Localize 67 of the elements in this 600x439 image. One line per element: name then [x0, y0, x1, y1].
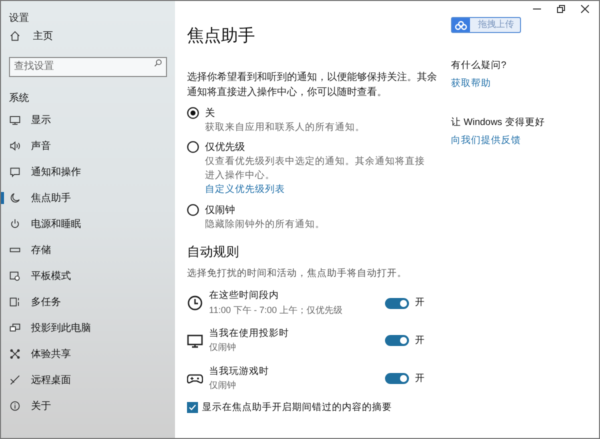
clock-icon — [187, 295, 203, 312]
minimize-icon[interactable] — [533, 8, 541, 10]
window-title: 设置 — [9, 13, 29, 24]
help-link[interactable]: 获取帮助 — [451, 77, 599, 92]
toggle-switch[interactable] — [385, 335, 409, 346]
toggle-switch[interactable] — [385, 298, 409, 309]
tablet-icon — [9, 270, 21, 282]
search-icon — [154, 59, 162, 67]
description-text: 选择免打扰的时间和活动，焦点助手将自动打开。 — [187, 267, 408, 281]
option-description: 隐藏除闹钟外的所有通知。 — [205, 218, 326, 232]
monitor-icon — [9, 114, 21, 126]
section-heading: 自动规则 — [187, 242, 240, 260]
share-icon — [9, 348, 21, 360]
remote-icon — [9, 374, 21, 386]
toggle-state: 开 — [415, 372, 425, 386]
section-heading: 系统 — [9, 93, 29, 104]
option-label[interactable]: 仅优先级 — [205, 140, 433, 156]
sidebar-item[interactable]: 平板模式 — [31, 268, 71, 284]
feedback-link[interactable]: 向我们提供反馈 — [451, 134, 599, 148]
feedback-heading: 让 Windows 变得更好 — [451, 116, 546, 130]
rule-label[interactable]: 当我在使用投影时 — [209, 327, 385, 342]
description-text: 选择你希望看到和听到的通知，以便能够保持关注。其余通知将直接进入操作中心，你可以随时查看。 — [187, 70, 437, 100]
sidebar-item[interactable]: 声音 — [31, 138, 51, 154]
rule-detail: 11:00 下午 - 7:00 上午；仅优先级 — [209, 304, 344, 316]
sidebar-item[interactable]: 电源和睡眠 — [31, 216, 81, 232]
search-field[interactable]: 查找设置 — [9, 56, 167, 76]
radio-button[interactable] — [187, 204, 199, 216]
toggle-state: 开 — [415, 296, 425, 310]
sidebar-item[interactable]: 多任务 — [31, 294, 61, 310]
sidebar-item[interactable]: 关于 — [31, 398, 51, 414]
rule-detail: 仅闹钟 — [209, 379, 237, 392]
sidebar-item[interactable]: 通知和操作 — [31, 164, 81, 180]
checkbox[interactable] — [187, 402, 198, 414]
sidebar-item[interactable]: 投影到此电脑 — [31, 320, 91, 336]
option-label[interactable]: 关 — [205, 106, 433, 122]
rule-label[interactable]: 当我玩游戏时 — [209, 364, 385, 379]
toggle-state: 开 — [415, 334, 425, 348]
option-description: 仅查看优先级列表中选定的通知。其余通知将直接进入操作中心。 — [205, 155, 426, 184]
option-label[interactable]: 仅闹钟 — [205, 202, 433, 218]
info-icon — [9, 400, 21, 412]
sidebar-item[interactable]: 显示 — [31, 112, 51, 128]
home-link[interactable]: 主页 — [33, 28, 53, 44]
toggle-switch[interactable] — [385, 373, 409, 384]
checkbox-label[interactable]: 显示在焦点助手开启期间错过的内容的摘要 — [202, 400, 392, 415]
speaker-icon — [9, 140, 21, 152]
power-icon — [9, 218, 21, 230]
rule-label[interactable]: 在这些时间段内 — [209, 289, 385, 304]
sidebar-item[interactable]: 存储 — [31, 242, 51, 258]
sidebar-item[interactable]: 焦点助手 — [31, 190, 71, 206]
option-description: 获取来自应用和联系人的所有通知。 — [205, 121, 366, 136]
monitor-icon — [187, 332, 203, 349]
page-title: 焦点助手 — [187, 25, 256, 46]
speech-bubble-icon — [9, 166, 21, 178]
screens-icon — [9, 322, 21, 334]
close-icon[interactable] — [581, 5, 589, 13]
rule-detail: 仅闹钟 — [209, 341, 237, 354]
cloud-icon — [452, 18, 470, 32]
moon-icon — [9, 192, 21, 204]
sidebar-item[interactable]: 远程桌面 — [31, 372, 71, 388]
help-heading: 有什么疑问? — [451, 59, 508, 73]
restore-icon[interactable] — [557, 5, 565, 13]
radio-button[interactable] — [187, 107, 199, 120]
radio-button[interactable] — [187, 141, 199, 154]
multitask-icon — [9, 296, 21, 308]
home-icon — [9, 30, 21, 42]
sidebar-item[interactable]: 体验共享 — [31, 346, 71, 362]
customize-link[interactable]: 自定义优先级列表 — [205, 183, 433, 198]
